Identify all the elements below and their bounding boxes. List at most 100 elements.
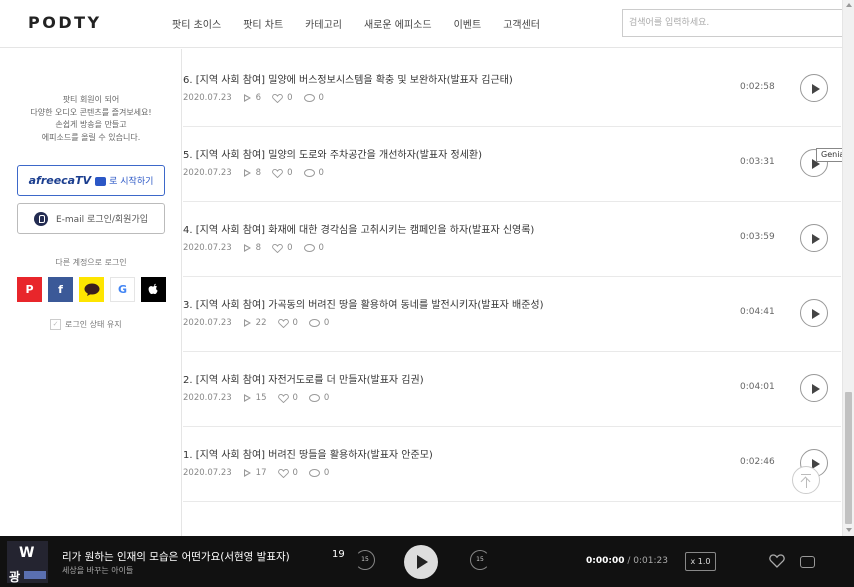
check-icon: ✓ xyxy=(50,319,61,330)
episode-row[interactable]: 3. [지역 사회 참여] 가곡동의 버려진 땅을 활용하여 동네를 발전시키자… xyxy=(183,277,841,352)
scroll-up-arrow-icon[interactable] xyxy=(846,3,852,7)
current-time: 0:00:00 xyxy=(586,556,625,566)
comment-count: 0 xyxy=(323,393,330,403)
comment-icon[interactable] xyxy=(303,94,315,102)
login-sidebar: 팟티 회원이 되어 다양한 오디오 콘텐츠를 즐겨보세요! 손쉽게 방송을 만들… xyxy=(0,49,182,536)
play-count-icon xyxy=(243,319,251,327)
page-scrollbar[interactable] xyxy=(842,0,854,536)
heart-icon[interactable] xyxy=(272,243,283,253)
play-button[interactable] xyxy=(800,299,828,327)
kakao-social-button[interactable] xyxy=(79,277,104,302)
play-count: 15 xyxy=(255,393,267,403)
comment-count: 0 xyxy=(318,93,324,103)
main-nav: 팟티 초이스 팟티 차트 카테고리 새로운 에피소드 이벤트 고객센터 xyxy=(172,16,562,31)
episode-number: 19 xyxy=(332,549,345,560)
episode-meta: 2020.07.23 6 0 0 xyxy=(183,93,335,103)
nav-new-episodes[interactable]: 새로운 에피소드 xyxy=(364,16,432,31)
play-count-icon xyxy=(243,469,251,477)
kakao-icon xyxy=(84,283,99,296)
signup-promo-text: 팟티 회원이 되어 다양한 오디오 콘텐츠를 즐겨보세요! 손쉽게 방송을 만들… xyxy=(30,95,152,142)
episode-row[interactable]: 4. [지역 사회 참여] 화재에 대한 경각심을 고취시키는 캠페인을 하자(… xyxy=(183,202,841,277)
scroll-down-arrow-icon[interactable] xyxy=(846,528,852,532)
play-count: 22 xyxy=(255,318,267,328)
nav-category[interactable]: 카테고리 xyxy=(305,16,342,31)
comment-icon[interactable] xyxy=(308,319,320,327)
scroll-to-top-button[interactable] xyxy=(792,466,820,494)
keep-login-checkbox[interactable]: ✓ 로그인 상태 유지 xyxy=(50,319,122,330)
episode-duration: 0:04:01 xyxy=(740,382,775,392)
heart-icon[interactable] xyxy=(277,318,289,328)
afreeca-login-button[interactable]: afreecaTV 로 시작하기 xyxy=(17,165,165,196)
nav-customer-center[interactable]: 고객센터 xyxy=(503,16,540,31)
comment-icon[interactable] xyxy=(308,469,320,477)
main-play-button[interactable] xyxy=(404,545,438,579)
nav-podty-chart[interactable]: 팟티 차트 xyxy=(243,16,283,31)
comment-icon[interactable] xyxy=(800,556,815,568)
playback-speed-button[interactable]: x 1.0 xyxy=(685,552,716,571)
episode-title[interactable]: 6. [지역 사회 참여] 밀양에 버스정보시스템을 확충 및 보완하자(발표자… xyxy=(183,71,513,86)
afreeca-login-label: 로 시작하기 xyxy=(109,177,154,187)
apple-social-button[interactable] xyxy=(141,277,166,302)
social-login-row: P f G xyxy=(17,277,172,302)
google-social-button[interactable]: G xyxy=(110,277,135,302)
play-count: 8 xyxy=(255,243,262,253)
like-count: 0 xyxy=(287,168,293,178)
apple-icon xyxy=(148,283,158,295)
episode-title[interactable]: 3. [지역 사회 참여] 가곡동의 버려진 땅을 활용하여 동네를 발전시키자… xyxy=(183,296,544,311)
comment-icon[interactable] xyxy=(308,394,320,402)
heart-icon[interactable] xyxy=(272,93,283,103)
comment-count: 0 xyxy=(323,318,330,328)
episode-duration: 0:02:58 xyxy=(740,82,775,92)
play-button[interactable] xyxy=(800,74,828,102)
episode-row[interactable]: 2. [지역 사회 참여] 자전거도로를 더 만들자(발표자 김권) 2020.… xyxy=(183,352,841,427)
play-button[interactable] xyxy=(800,224,828,252)
episode-date: 2020.07.23 xyxy=(183,468,232,478)
now-playing-title[interactable]: 리가 원하는 인재의 모습은 어떤가요(서현영 발표자) xyxy=(62,549,290,564)
podty-logo[interactable]: PODTY xyxy=(28,13,102,32)
episode-row[interactable]: 5. [지역 사회 참여] 밀양의 도로와 주차공간을 개선하자(발표자 정세환… xyxy=(183,127,841,202)
episode-title[interactable]: 5. [지역 사회 참여] 밀양의 도로와 주차공간을 개선하자(발표자 정세환… xyxy=(183,146,482,161)
facebook-social-button[interactable]: f xyxy=(48,277,73,302)
like-count: 0 xyxy=(292,393,298,403)
comment-count: 0 xyxy=(318,168,324,178)
episode-date: 2020.07.23 xyxy=(183,393,232,403)
email-login-button[interactable]: E-mail 로그인/회원가입 xyxy=(17,203,165,234)
heart-icon[interactable] xyxy=(277,393,289,403)
total-time: 0:01:23 xyxy=(633,556,668,566)
play-count-icon xyxy=(243,169,251,177)
play-count: 17 xyxy=(255,468,267,478)
episode-title[interactable]: 1. [지역 사회 참여] 버려진 땅들을 활용하자(발표자 안준모) xyxy=(183,446,433,461)
forward-15-button[interactable]: 15 xyxy=(470,550,490,570)
episode-meta: 2020.07.23 22 0 0 xyxy=(183,318,340,328)
play-count-icon xyxy=(243,394,251,402)
heart-icon[interactable] xyxy=(272,168,283,178)
episode-meta: 2020.07.23 8 0 0 xyxy=(183,243,335,253)
episode-cover-art[interactable]: W 광 xyxy=(7,541,48,583)
episode-duration: 0:04:41 xyxy=(740,307,775,317)
episode-row[interactable]: 6. [지역 사회 참여] 밀양에 버스정보시스템을 확충 및 보완하자(발표자… xyxy=(183,52,841,127)
comment-count: 0 xyxy=(323,468,330,478)
episode-row[interactable]: 1. [지역 사회 참여] 버려진 땅들을 활용하자(발표자 안준모) 2020… xyxy=(183,427,841,502)
rewind-15-button[interactable]: 15 xyxy=(355,550,375,570)
afreeca-logo: afreecaTV xyxy=(28,174,92,187)
episode-title[interactable]: 4. [지역 사회 참여] 화재에 대한 경각심을 고취시키는 캠페인을 하자(… xyxy=(183,221,534,236)
episode-title[interactable]: 2. [지역 사회 참여] 자전거도로를 더 만들자(발표자 김권) xyxy=(183,371,424,386)
other-login-label: 다른 계정으로 로그인 xyxy=(55,258,127,267)
comment-count: 0 xyxy=(318,243,324,253)
podty-social-button[interactable]: P xyxy=(17,277,42,302)
episode-meta: 2020.07.23 17 0 0 xyxy=(183,468,340,478)
episode-date: 2020.07.23 xyxy=(183,318,232,328)
play-button[interactable] xyxy=(800,374,828,402)
now-playing-channel[interactable]: 세상을 바꾸는 아이들 xyxy=(62,565,133,576)
scrollbar-thumb[interactable] xyxy=(845,392,852,524)
heart-icon[interactable] xyxy=(769,554,785,568)
playback-time: 0:00:00 / 0:01:23 xyxy=(586,556,668,566)
header: PODTY 팟티 초이스 팟티 차트 카테고리 새로운 에피소드 이벤트 고객센… xyxy=(0,0,844,48)
nav-podty-choice[interactable]: 팟티 초이스 xyxy=(172,16,221,31)
comment-icon[interactable] xyxy=(303,244,315,252)
episode-duration: 0:03:31 xyxy=(740,157,775,167)
nav-events[interactable]: 이벤트 xyxy=(454,16,482,31)
search-input[interactable] xyxy=(622,9,844,37)
comment-icon[interactable] xyxy=(303,169,315,177)
heart-icon[interactable] xyxy=(277,468,289,478)
